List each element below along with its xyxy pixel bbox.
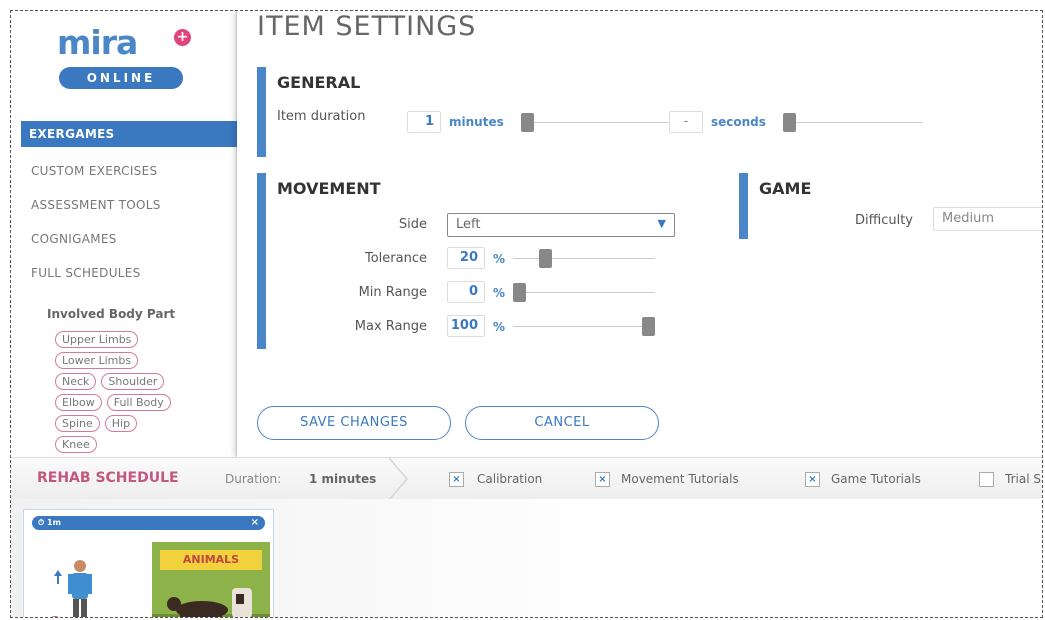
cancel-button[interactable]: CANCEL (465, 406, 659, 440)
patient-figure-icon (54, 560, 92, 617)
tag-shoulder[interactable]: Shoulder (101, 373, 165, 390)
seconds-slider-track (783, 122, 923, 123)
side-label: Side (398, 217, 427, 232)
duration-label: Duration: (225, 472, 282, 486)
duration-minutes-input[interactable]: 1 (407, 111, 441, 133)
chevron-right-icon (388, 458, 408, 500)
tolerance-slider-track (513, 258, 655, 259)
tag-neck[interactable]: Neck (55, 373, 97, 390)
movement-tutorials-label: Movement Tutorials (621, 472, 739, 486)
chevron-down-icon: ▼ (657, 217, 666, 230)
tag-lower-limbs[interactable]: Lower Limbs (55, 352, 139, 369)
app-window: mira + ONLINE EXERGAMES CUSTOM EXERCISES… (10, 10, 1043, 618)
item-settings-panel: ITEM SETTINGS GENERAL Item duration 1 mi… (237, 11, 1042, 457)
tag-full-body[interactable]: Full Body (106, 394, 171, 411)
difficulty-select-value: Medium (942, 211, 994, 226)
duration-seconds-input[interactable]: - (669, 111, 703, 133)
logo-plus-icon: + (174, 29, 191, 46)
game-section-title: GAME (759, 179, 812, 198)
sidebar-item-exergames[interactable]: EXERGAMES (21, 121, 237, 147)
max-range-label: Max Range (354, 319, 427, 334)
body-part-tags: Upper Limbs Lower Limbs Neck Shoulder El… (55, 331, 215, 457)
sidebar-item-full-schedules[interactable]: FULL SCHEDULES (11, 257, 237, 291)
calibration-label: Calibration (477, 472, 543, 486)
tag-upper-limbs[interactable]: Upper Limbs (55, 331, 139, 348)
min-range-slider-track (513, 292, 655, 293)
schedule-item-card[interactable]: ⏱ 1m × L ANIMALS (23, 509, 274, 617)
card-duration: ⏱ 1m (38, 518, 61, 527)
animals-game-thumbnail[interactable]: ANIMALS (152, 542, 270, 617)
side-select-value: Left (456, 217, 481, 232)
animals-illustration-icon (152, 588, 270, 617)
animals-game-title: ANIMALS (160, 550, 262, 570)
body-part-heading: Involved Body Part (47, 307, 176, 321)
tag-knee[interactable]: Knee (55, 436, 97, 453)
mira-logo: mira + ONLINE (57, 23, 197, 103)
tolerance-label: Tolerance (365, 251, 427, 266)
min-range-slider-thumb[interactable] (513, 283, 526, 302)
calibration-checkbox[interactable]: × (449, 472, 464, 487)
logo-tagline: ONLINE (59, 67, 183, 89)
minutes-slider-track (521, 122, 669, 123)
tag-elbow[interactable]: Elbow (55, 394, 102, 411)
minutes-unit: minutes (449, 115, 504, 129)
movement-section-bar (257, 173, 266, 349)
side-select[interactable]: Left ▼ (447, 213, 675, 237)
movement-section-title: MOVEMENT (277, 179, 381, 198)
general-section-bar (257, 67, 266, 157)
close-icon[interactable]: × (251, 516, 259, 530)
sidebar-nav: EXERGAMES CUSTOM EXERCISES ASSESSMENT TO… (11, 121, 237, 291)
seconds-unit: seconds (711, 115, 766, 129)
minutes-slider-thumb[interactable] (521, 113, 534, 132)
trial-label: Trial S (1005, 472, 1041, 486)
max-range-slider-thumb[interactable] (642, 317, 655, 336)
difficulty-select[interactable]: Medium (933, 207, 1042, 231)
sidebar-item-custom-exercises[interactable]: CUSTOM EXERCISES (11, 155, 237, 189)
tolerance-input[interactable]: 20 (447, 247, 485, 269)
game-section-bar (739, 173, 748, 239)
item-duration-label: Item duration (277, 109, 366, 124)
rehab-schedule-title: REHAB SCHEDULE (37, 470, 179, 486)
sidebar-item-assessment-tools[interactable]: ASSESSMENT TOOLS (11, 189, 237, 223)
card-header: ⏱ 1m × (32, 516, 265, 530)
game-tutorials-label: Game Tutorials (831, 472, 921, 486)
min-range-percent: % (493, 286, 506, 300)
min-range-label: Min Range (358, 285, 427, 300)
movement-tutorials-checkbox[interactable]: × (595, 472, 610, 487)
max-range-percent: % (493, 320, 506, 334)
tag-hip[interactable]: Hip (104, 415, 138, 432)
trial-checkbox[interactable] (979, 472, 994, 487)
game-tutorials-checkbox[interactable]: × (805, 472, 820, 487)
min-range-input[interactable]: 0 (447, 281, 485, 303)
page-title: ITEM SETTINGS (257, 11, 477, 42)
max-range-input[interactable]: 100 (447, 315, 485, 337)
difficulty-label: Difficulty (855, 213, 913, 228)
save-changes-button[interactable]: SAVE CHANGES (257, 406, 451, 440)
duration-value: 1 minutes (309, 472, 377, 486)
seconds-slider-thumb[interactable] (783, 113, 796, 132)
tolerance-slider-thumb[interactable] (538, 249, 552, 268)
general-section-title: GENERAL (277, 73, 361, 92)
sidebar-item-cognigames[interactable]: COGNIGAMES (11, 223, 237, 257)
logo-wordmark: mira (57, 23, 138, 62)
rehab-schedule-bar: REHAB SCHEDULE Duration: 1 minutes × Cal… (11, 457, 1042, 500)
max-range-slider-track (513, 326, 655, 327)
sidebar: mira + ONLINE EXERGAMES CUSTOM EXERCISES… (11, 11, 237, 457)
tag-spine[interactable]: Spine (55, 415, 100, 432)
tolerance-percent: % (493, 252, 506, 266)
